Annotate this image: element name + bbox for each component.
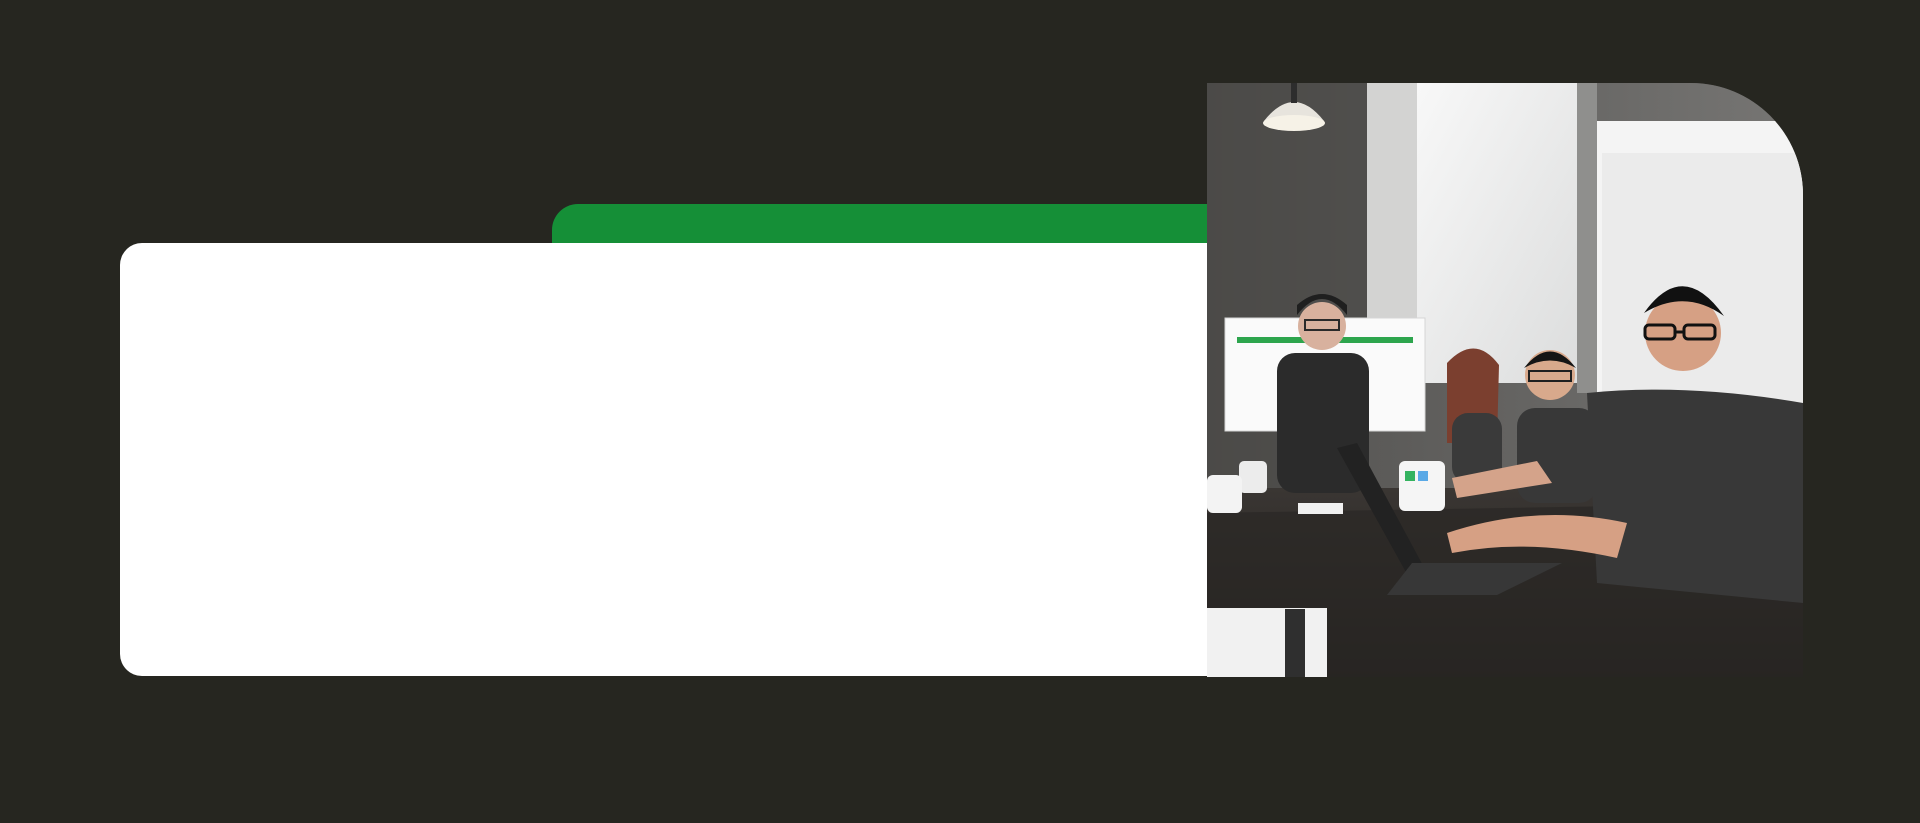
- team-meeting-photo-icon: [1207, 83, 1803, 677]
- content-card: [120, 243, 1210, 676]
- hero-section: [0, 0, 1920, 823]
- team-photo: [1207, 83, 1803, 677]
